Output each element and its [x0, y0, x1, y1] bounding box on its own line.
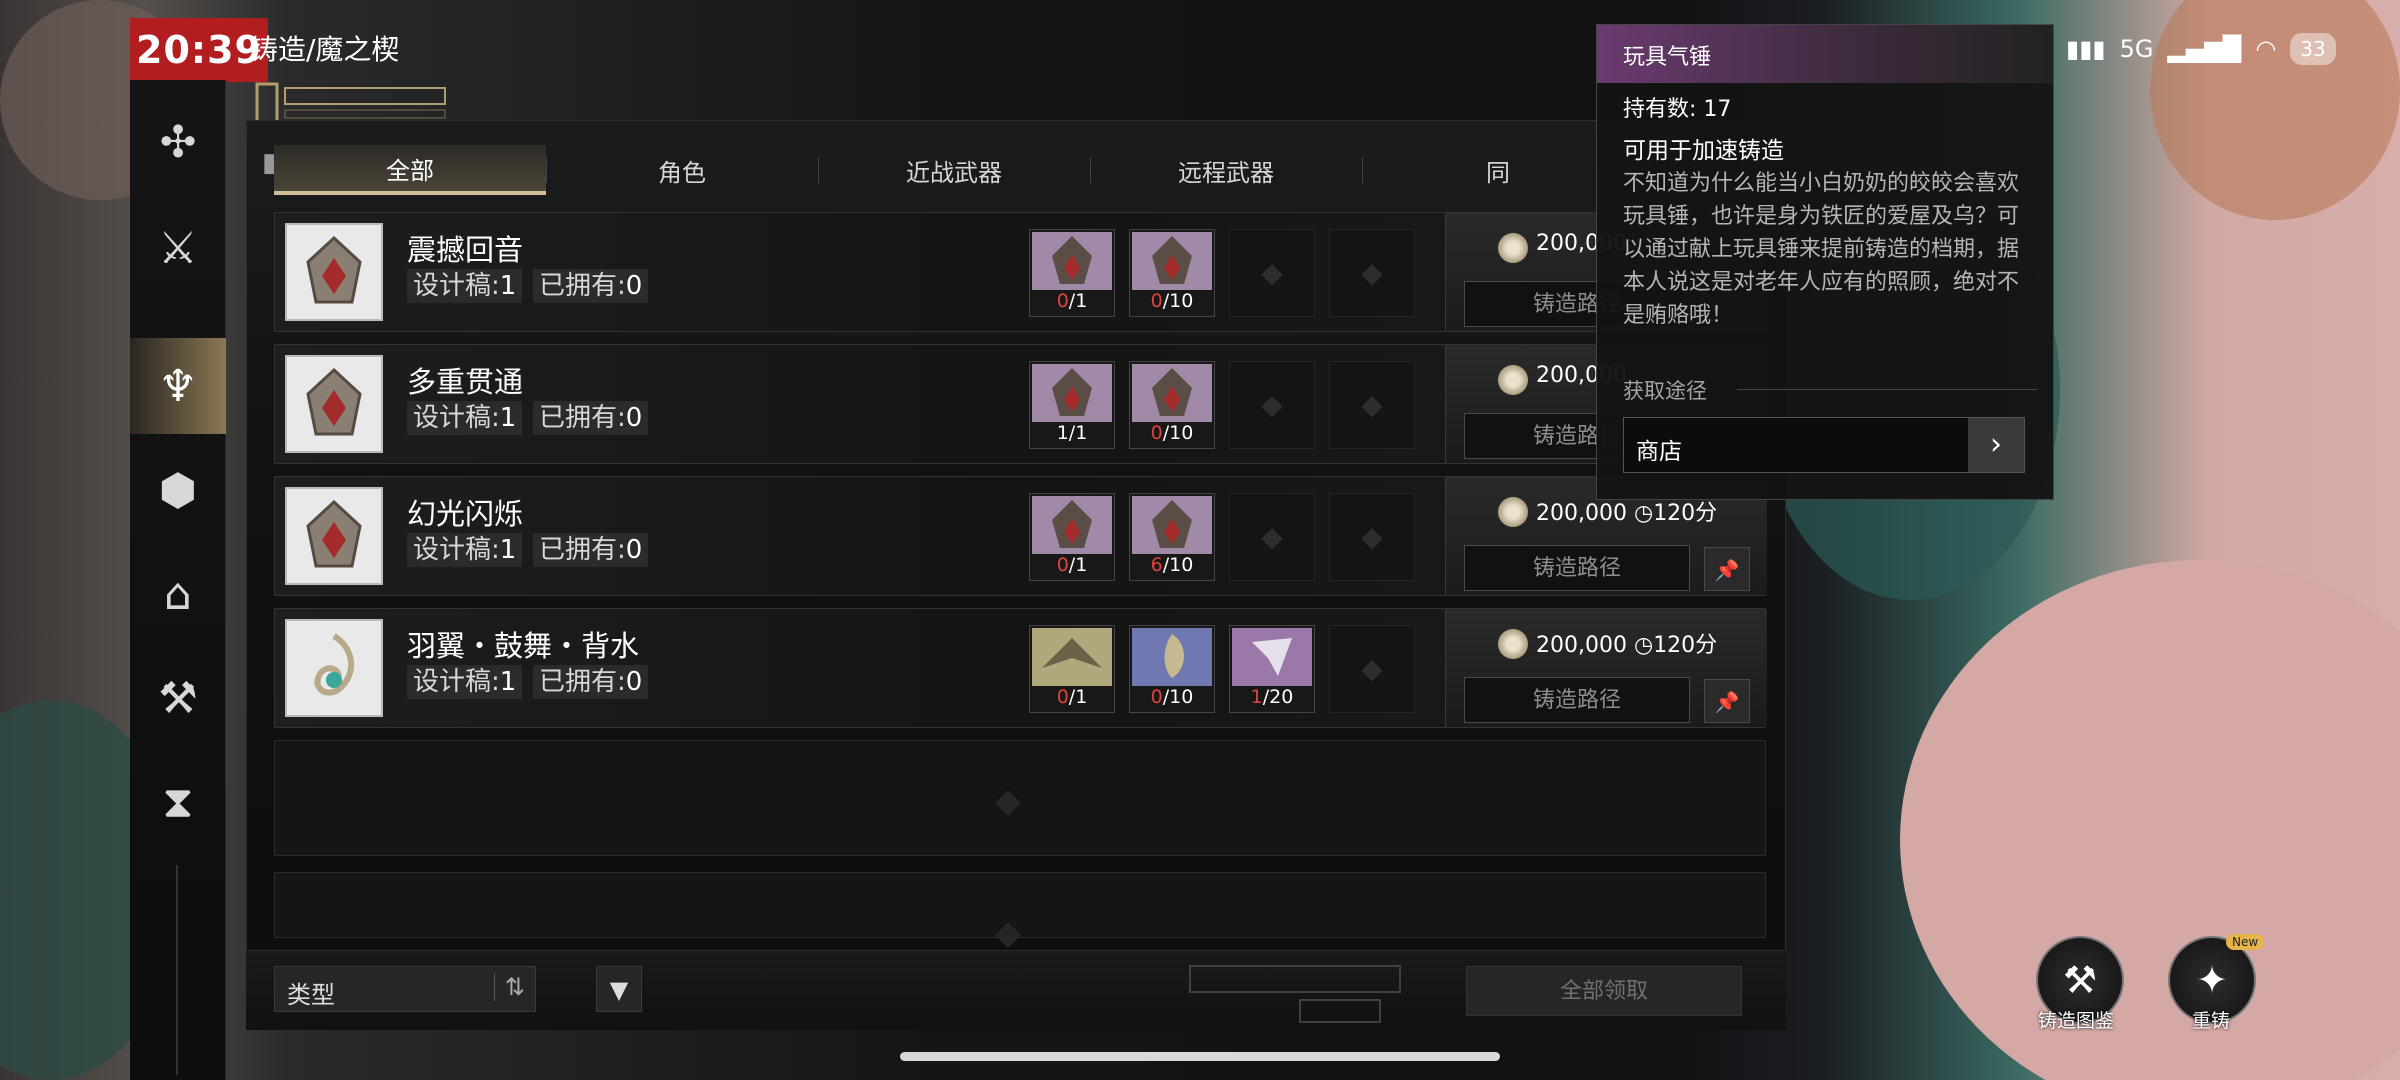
coin-icon [1498, 233, 1528, 263]
tooltip-item-name: 玩具气锤 [1623, 45, 1712, 70]
forge-time: 120分 [1653, 633, 1718, 658]
codex-button-label: 铸造图鉴 [2038, 1010, 2115, 1032]
empty-material-slot [1329, 493, 1415, 581]
network-label: 5G [2119, 35, 2154, 63]
cost-amount: 200,000 ◷120分 [1536, 633, 1718, 658]
sort-toggle-icon[interactable]: ⇅ [493, 973, 525, 1001]
owned-count: 已拥有:0 [533, 269, 649, 303]
tab-character[interactable]: 角色 [546, 145, 818, 195]
material-slot[interactable]: 0/1 [1029, 625, 1115, 713]
empty-material-slot [1329, 361, 1415, 449]
owned-count: 已拥有:0 [533, 665, 649, 699]
forge-time: 120分 [1653, 501, 1718, 526]
item-thumbnail [285, 355, 383, 453]
empty-material-slot [1229, 361, 1315, 449]
chevron-right-icon[interactable]: › [1968, 418, 2024, 472]
material-slot[interactable]: 6/10 [1129, 493, 1215, 581]
new-badge: New [2226, 934, 2265, 950]
tab-same[interactable]: 同 [1362, 145, 1634, 195]
rail-hanger-icon[interactable]: ⌂ [130, 546, 226, 642]
rail-weapon-icon[interactable]: ⚔ [130, 200, 226, 296]
type-select-label: 类型 [287, 981, 335, 1009]
coin-icon [1498, 365, 1528, 395]
tooltip-held-count: 持有数: 17 [1623, 97, 1732, 122]
tab-ranged-weapon[interactable]: 远程武器 [1090, 145, 1362, 195]
claim-all-button[interactable]: 全部领取 [1466, 966, 1742, 1016]
tooltip-description: 不知道为什么能当小白奶奶的皎皎会喜欢玩具锤，也许是身为铁匠的爱屋及乌？可以通过献… [1623, 171, 2020, 328]
material-slot[interactable]: 1/1 [1029, 361, 1115, 449]
material-slot[interactable]: 0/10 [1129, 625, 1215, 713]
owned-count: 已拥有:0 [533, 401, 649, 435]
material-slot[interactable]: 0/1 [1029, 229, 1115, 317]
empty-row-placeholder [274, 872, 1766, 953]
tooltip-divider [1737, 389, 2037, 390]
design-count: 设计稿:1 [407, 533, 523, 567]
pin-icon[interactable]: 📌 [1704, 547, 1750, 591]
item-thumbnail [285, 223, 383, 321]
material-slot[interactable]: 1/20 [1229, 625, 1315, 713]
breadcrumb: 铸造/魔之楔 [250, 33, 400, 66]
category-tabs: 全部 角色 近战武器 远程武器 同 [274, 145, 1634, 195]
material-slot[interactable]: 0/10 [1129, 361, 1215, 449]
mod-shield-icon [306, 235, 362, 304]
forge-item-row[interactable]: 羽翼・鼓舞・背水 设计稿:1 已拥有:0 0/1 0/10 1/20 200,0… [274, 608, 1767, 728]
pin-icon[interactable]: 📌 [1704, 679, 1750, 723]
mod-shield-icon [306, 499, 362, 568]
item-tooltip: 玩具气锤 持有数: 17 可用于加速铸造 不知道为什么能当小白奶奶的皎皎会喜欢玩… [1596, 24, 2054, 500]
empty-material-slot [1229, 229, 1315, 317]
wifi-icon: ◠ [2255, 35, 2277, 63]
rail-divider [176, 865, 178, 1075]
material-slot[interactable]: 0/1 [1029, 493, 1115, 581]
item-title: 多重贯通 [407, 365, 524, 399]
tooltip-subtitle: 可用于加速铸造 [1623, 138, 1784, 164]
forge-route-button[interactable]: 铸造路径 [1464, 545, 1690, 591]
coin-icon [1498, 629, 1528, 659]
empty-material-slot [1229, 493, 1315, 581]
rail-star-icon[interactable]: ✣ [130, 94, 226, 190]
status-clock: 20:39 [130, 18, 268, 82]
forge-item-row[interactable]: 幻光闪烁 设计稿:1 已拥有:0 0/1 6/10 200,000 ◷120分 … [274, 476, 1767, 596]
home-indicator[interactable] [900, 1052, 1500, 1061]
shop-source-button[interactable]: 商店 › [1623, 417, 2025, 473]
tooltip-header: 玩具气锤 [1597, 25, 2053, 83]
signal-bars-icon: ▂▄▆█ [2167, 35, 2242, 63]
cost-box: 200,000 ◷120分 铸造路径 📌 [1445, 609, 1767, 727]
rail-hourglass-icon[interactable]: ⧗ [130, 754, 226, 850]
item-thumbnail [285, 619, 383, 717]
item-title: 羽翼・鼓舞・背水 [407, 629, 640, 663]
reforge-button-label: 重铸 [2192, 1010, 2231, 1032]
empty-material-slot [1329, 229, 1415, 317]
design-count: 设计稿:1 [407, 401, 523, 435]
rail-hammer-icon[interactable]: ⚒ [130, 650, 226, 746]
filter-icon[interactable]: ▼ [596, 966, 642, 1012]
design-count: 设计稿:1 [407, 665, 523, 699]
design-count: 设计稿:1 [407, 269, 523, 303]
material-slot[interactable]: 0/10 [1129, 229, 1215, 317]
item-thumbnail [285, 487, 383, 585]
item-title: 震撼回音 [407, 233, 524, 267]
wing-mod-icon [314, 633, 355, 696]
empty-material-slot [1329, 625, 1415, 713]
left-navigation-rail: ✣ ⚔ ♆ ⬢ ⌂ ⚒ ⧗ [130, 80, 226, 1080]
rail-mod-icon[interactable]: ♆ [130, 338, 226, 434]
item-title: 幻光闪烁 [407, 497, 524, 531]
owned-count: 已拥有:0 [533, 533, 649, 567]
decorative-watermark [1180, 950, 1410, 1026]
tab-all[interactable]: 全部 [274, 145, 546, 195]
rail-cube-icon[interactable]: ⬢ [130, 442, 226, 538]
battery-indicator: 33 [2290, 33, 2336, 65]
coin-icon [1498, 497, 1528, 527]
forge-item-row[interactable]: 多重贯通 设计稿:1 已拥有:0 1/1 0/10 200,000 铸造路径 [274, 344, 1767, 464]
shop-source-label: 商店 [1636, 439, 1682, 465]
system-status-icons: ▮▮▮ 5G ▂▄▆█ ◠ 33 [2066, 24, 2336, 74]
forge-item-row[interactable]: 震撼回音 设计稿:1 已拥有:0 0/1 0/10 200,000 铸造路径 [274, 212, 1767, 332]
tab-melee-weapon[interactable]: 近战武器 [818, 145, 1090, 195]
type-sort-select[interactable]: 类型 ⇅ [274, 966, 536, 1012]
forge-route-button[interactable]: 铸造路径 [1464, 677, 1690, 723]
empty-row-placeholder [274, 740, 1766, 856]
signal-icon: ▮▮▮ [2066, 35, 2106, 63]
mod-shield-icon [306, 367, 362, 436]
tooltip-source-label: 获取途径 [1623, 379, 1707, 403]
